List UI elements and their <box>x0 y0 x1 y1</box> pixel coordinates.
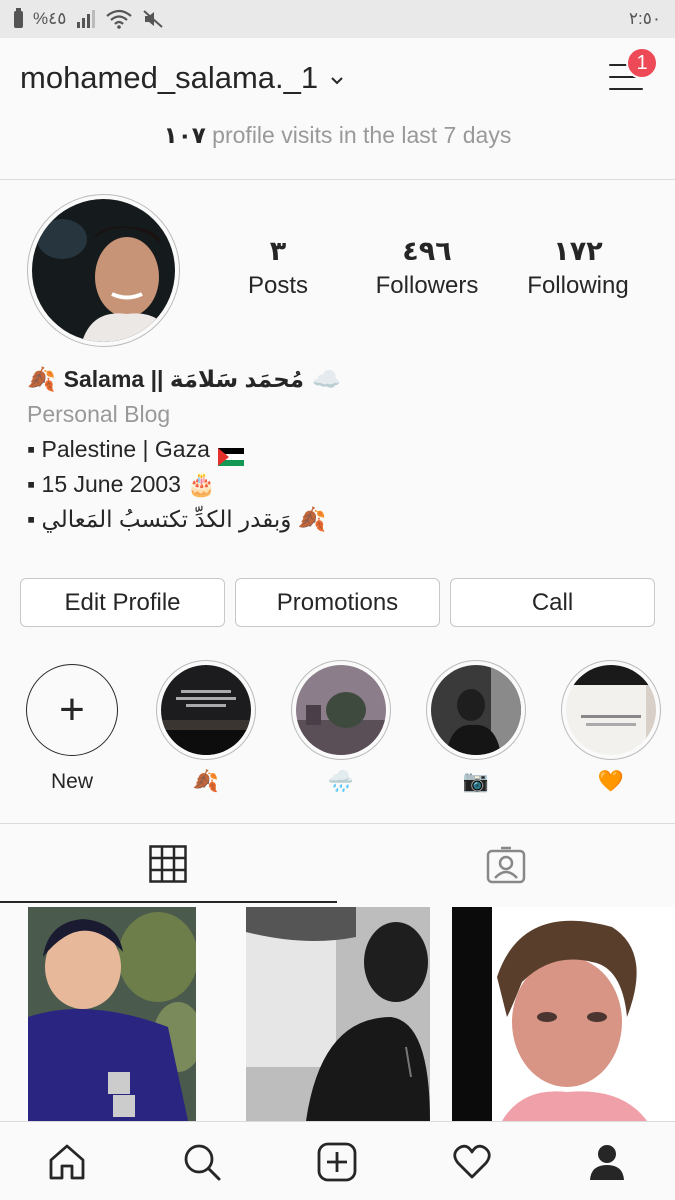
account-switcher[interactable]: mohamed_salama._1 <box>20 60 344 96</box>
followers-stat[interactable]: ٤٩٦ Followers <box>367 234 487 304</box>
avatar <box>32 199 175 342</box>
visits-label: profile visits in the last 7 days <box>205 122 512 148</box>
profile-icon[interactable] <box>587 1142 627 1182</box>
bio-line-birthday: ▪ 15 June 2003 🎂 <box>27 471 216 497</box>
highlight-cover <box>161 665 251 755</box>
highlight-item[interactable]: 🧡 <box>561 660 661 794</box>
plus-icon: + <box>26 664 118 756</box>
wifi-icon <box>106 9 133 29</box>
posts-label: Posts <box>247 272 309 299</box>
highlight-label: 🌧️ <box>327 770 355 793</box>
highlight-label: New <box>50 770 93 793</box>
status-bar: %٤٥ ٢:٥٠ <box>0 0 675 38</box>
following-label: Following <box>527 272 629 299</box>
posts-count: ٣ <box>269 236 287 266</box>
palestine-flag-icon <box>217 441 244 466</box>
search-icon[interactable] <box>182 1142 222 1182</box>
profile-header: mohamed_salama._1 1 ١٠٧ profile visits i… <box>0 38 675 180</box>
bottom-navigation <box>0 1121 675 1200</box>
bio-line-quote: ▪ وَبقدر الكدِّ تكتسبُ المَعالي 🍂 <box>27 506 327 532</box>
visits-count: ١٠٧ <box>163 122 206 148</box>
followers-count: ٤٩٦ <box>402 236 452 266</box>
following-count: ١٧٢ <box>553 236 603 266</box>
posts-stat[interactable]: ٣ Posts <box>238 234 318 304</box>
highlight-cover <box>566 665 656 755</box>
chevron-down-icon <box>330 70 344 91</box>
highlight-label: 🍂 <box>192 770 220 793</box>
highlight-cover <box>431 665 521 755</box>
profile-avatar[interactable] <box>27 194 180 347</box>
profile-visits[interactable]: ١٠٧ profile visits in the last 7 days <box>0 122 675 149</box>
home-icon[interactable] <box>47 1142 87 1182</box>
call-button[interactable]: Call <box>450 578 655 627</box>
battery-percent: %٤٥ <box>33 9 67 28</box>
followers-label: Followers <box>375 272 479 299</box>
highlight-item[interactable]: 📷 <box>426 660 526 794</box>
mute-icon <box>143 10 164 28</box>
following-stat[interactable]: ١٧٢ Following <box>518 234 638 304</box>
new-post-icon[interactable] <box>317 1142 357 1182</box>
bio: 🍂 Salama || مُحمَد سَلامَة ☁️ Personal B… <box>27 362 341 537</box>
notification-badge: 1 <box>626 47 658 79</box>
highlight-label: 🧡 <box>597 770 625 793</box>
display-name: Salama || مُحمَد سَلامَة <box>63 366 305 392</box>
highlight-item[interactable]: 🌧️ <box>291 660 391 794</box>
highlight-item[interactable]: 🍂 <box>156 660 256 794</box>
username: mohamed_salama._1 <box>20 60 319 95</box>
highlight-label: 📷 <box>462 770 490 793</box>
active-tab-indicator <box>0 901 337 903</box>
leaf-icon: 🍂 <box>27 366 56 392</box>
promotions-button[interactable]: Promotions <box>235 578 440 627</box>
profile-tabs <box>0 823 675 903</box>
grid-icon[interactable] <box>149 845 187 888</box>
post-thumbnail[interactable] <box>28 907 196 1121</box>
tagged-icon[interactable] <box>486 846 526 889</box>
post-thumbnail[interactable] <box>452 907 675 1121</box>
clock: ٢:٥٠ <box>628 9 661 28</box>
heart-icon[interactable] <box>452 1142 492 1182</box>
signal-icon <box>77 10 96 28</box>
category: Personal Blog <box>27 401 171 427</box>
post-thumbnail[interactable] <box>246 907 430 1121</box>
highlight-cover <box>296 665 386 755</box>
battery-icon <box>14 7 23 28</box>
bio-line-location: ▪ Palestine | Gaza <box>27 436 210 462</box>
edit-profile-button[interactable]: Edit Profile <box>20 578 225 627</box>
highlight-new[interactable]: + New <box>22 660 122 794</box>
cloud-icon: ☁️ <box>312 366 341 392</box>
